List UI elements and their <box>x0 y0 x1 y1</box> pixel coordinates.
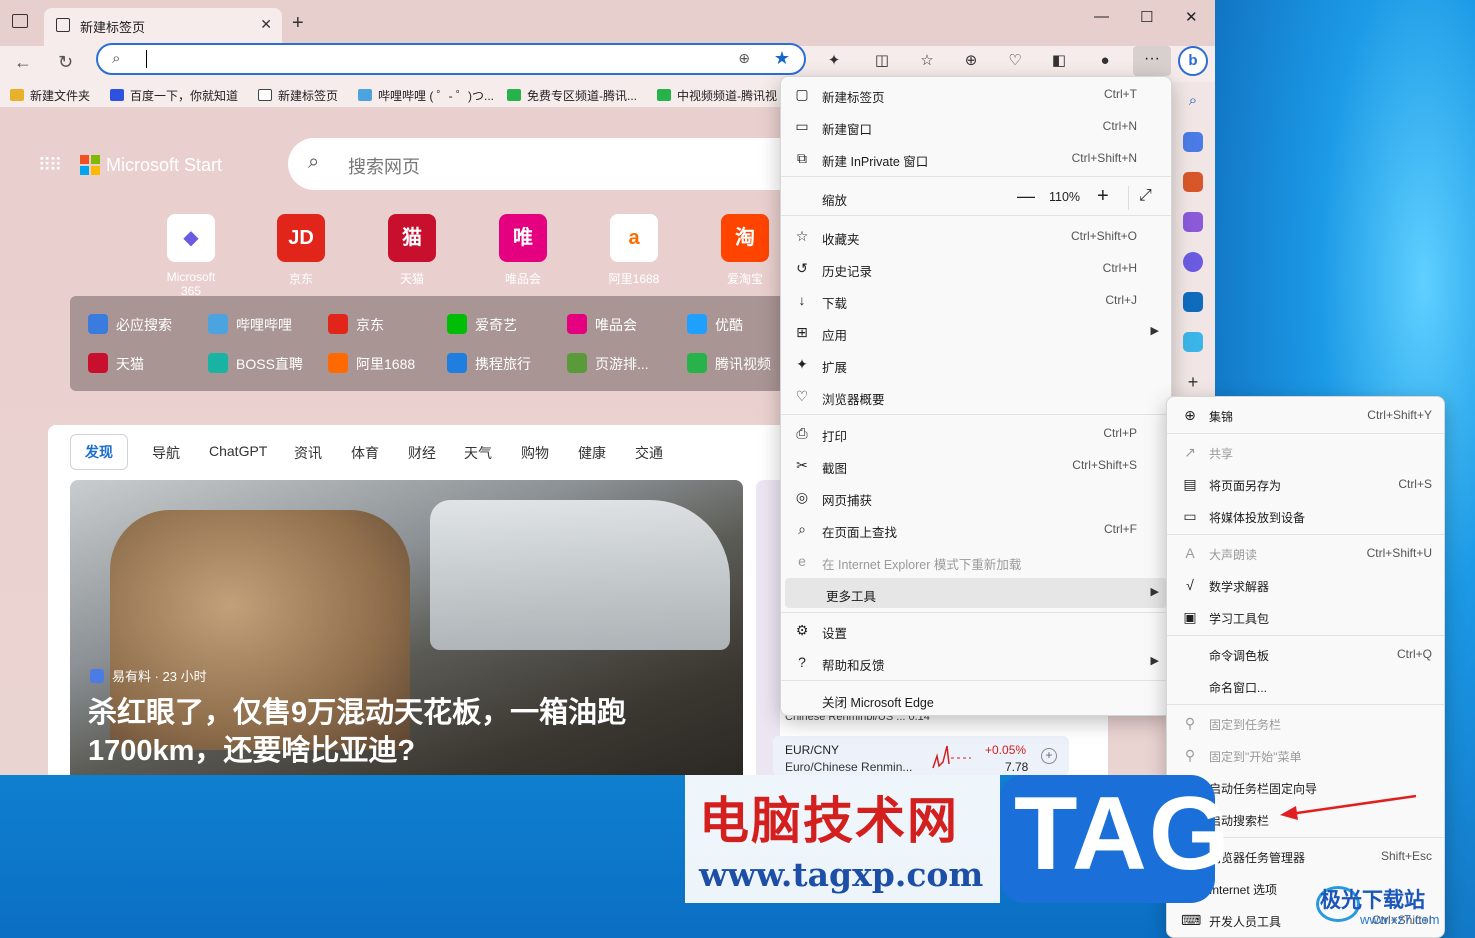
watermark-tag-text: TAG <box>1014 776 1232 892</box>
jiguang-watermark-url: www.xz7.com <box>1360 912 1440 927</box>
watermark-site-name: 电脑技术网 <box>699 791 959 850</box>
jiguang-watermark: 极光下载站 <box>1320 889 1425 912</box>
watermark-site-url: www.tagxp.com <box>699 855 984 894</box>
watermark-tag-logo: TAG <box>1000 775 1230 903</box>
watermark-banner: 电脑技术网 www.tagxp.com <box>685 775 1000 903</box>
